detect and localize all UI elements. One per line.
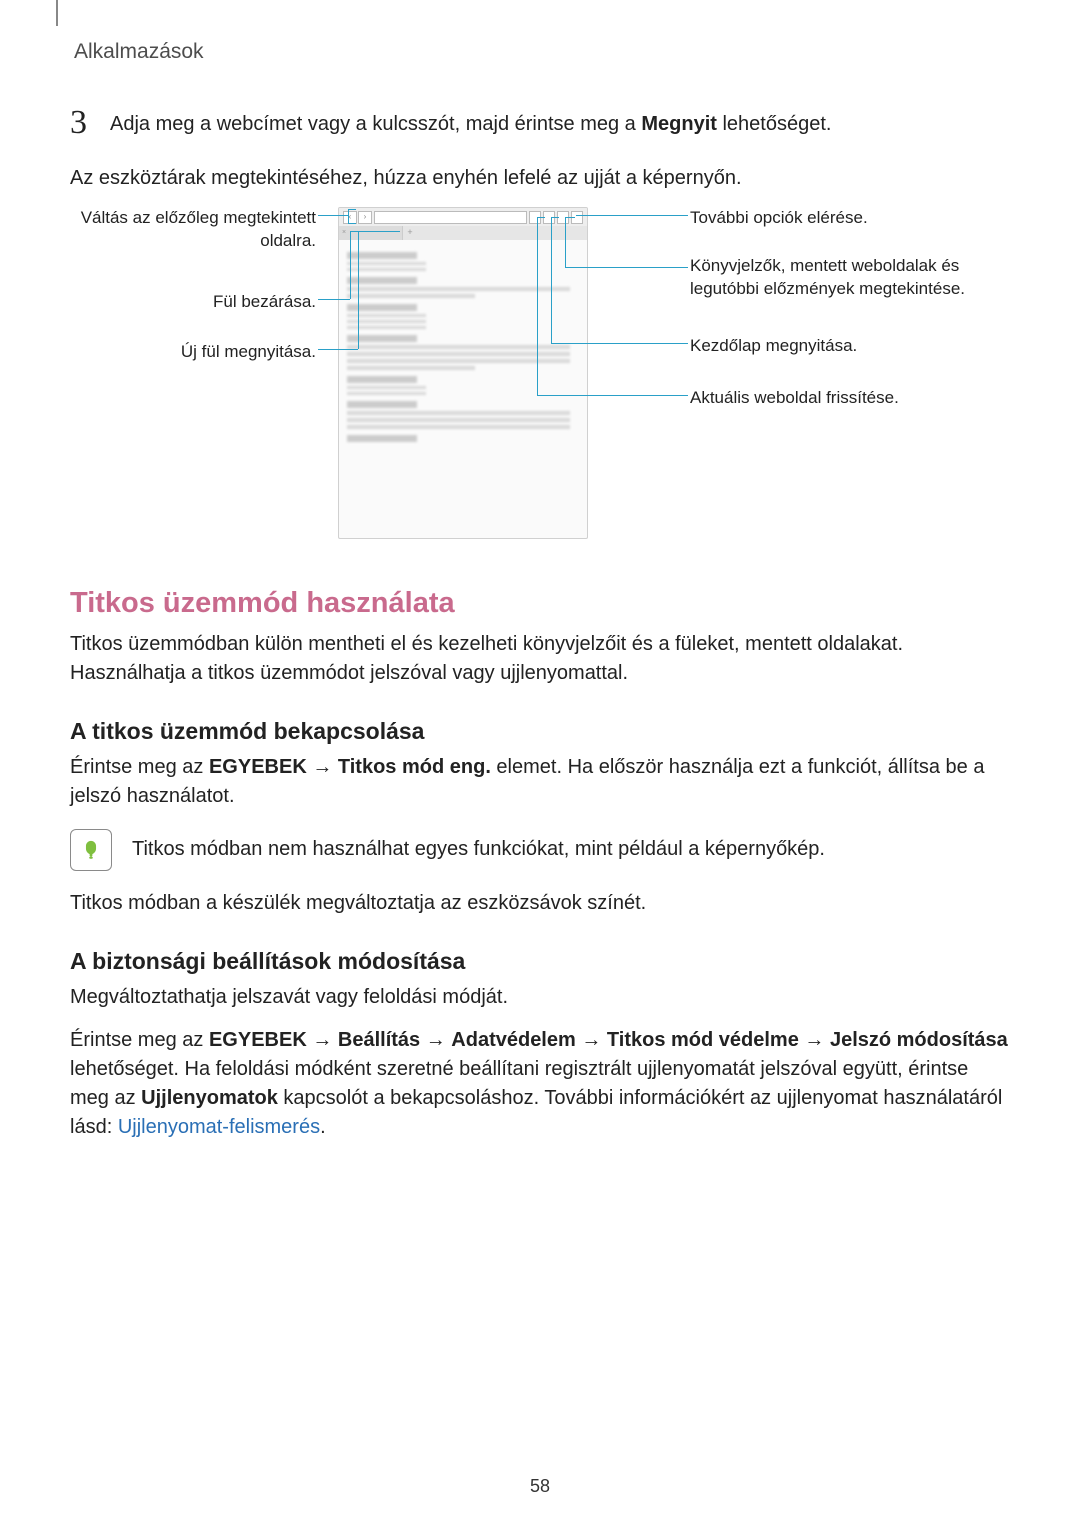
step-text-b: lehetőséget. [717,113,832,135]
callout-bookmarks: Könyvjelzők, mentett weboldalak és legut… [690,255,1010,301]
t: → [307,756,338,778]
page-number: 58 [0,1476,1080,1497]
page-header: Alkalmazások [74,40,1010,64]
t: EGYEBEK [209,1029,307,1051]
callout-close-tab: Fül bezárása. [213,291,316,314]
t: → [576,1029,607,1051]
step-number: 3 [70,106,92,140]
t: EGYEBEK [209,756,307,778]
link-fingerprint[interactable]: Ujjlenyomat-felismerés [118,1116,320,1138]
step-text: Adja meg a webcímet vagy a kulcsszót, ma… [110,110,1010,139]
t: Ujjlenyomatok [141,1087,278,1109]
t: . [320,1116,326,1138]
t: Beállítás [338,1029,420,1051]
t: Jelszó módosítása [830,1029,1008,1051]
browser-diagram: Váltás az előzőleg megtekintett oldalra.… [70,207,1010,557]
after-note-text: Titkos módban a készülék megváltoztatja … [70,889,1010,918]
subheading-enable: A titkos üzemmód bekapcsolása [70,718,1010,745]
t: Adatvédelem [451,1029,576,1051]
t: Titkos mód eng. [338,756,491,778]
step-text-a: Adja meg a webcímet vagy a kulcsszót, ma… [110,113,641,135]
callout-prev-page: Váltás az előzőleg megtekintett oldalra. [70,207,316,253]
pre-diagram-text: Az eszköztárak megtekintéséhez, húzza en… [70,164,1010,193]
callout-homepage: Kezdőlap megnyitása. [690,335,857,358]
t: Titkos mód védelme [607,1029,799,1051]
callout-more-options: További opciók elérése. [690,207,868,230]
t: → [799,1029,830,1051]
subheading-security: A biztonsági beállítások módosítása [70,948,1010,975]
t: → [420,1029,451,1051]
note-icon [70,829,112,871]
callout-refresh: Aktuális weboldal frissítése. [690,387,899,410]
t: Érintse meg az [70,1029,209,1051]
section-heading-secret-mode: Titkos üzemmód használata [70,587,1010,620]
enable-paragraph: Érintse meg az EGYEBEK → Titkos mód eng.… [70,753,1010,811]
security-p2: Érintse meg az EGYEBEK → Beállítás → Ada… [70,1026,1010,1142]
step-text-bold: Megnyit [641,113,717,135]
t: → [307,1029,338,1051]
secret-intro: Titkos üzemmódban külön mentheti el és k… [70,630,1010,688]
callout-new-tab: Új fül megnyitása. [181,341,316,364]
note-text: Titkos módban nem használhat egyes funkc… [132,835,825,864]
security-p1: Megváltoztathatja jelszavát vagy feloldá… [70,983,1010,1012]
t: Érintse meg az [70,756,209,778]
